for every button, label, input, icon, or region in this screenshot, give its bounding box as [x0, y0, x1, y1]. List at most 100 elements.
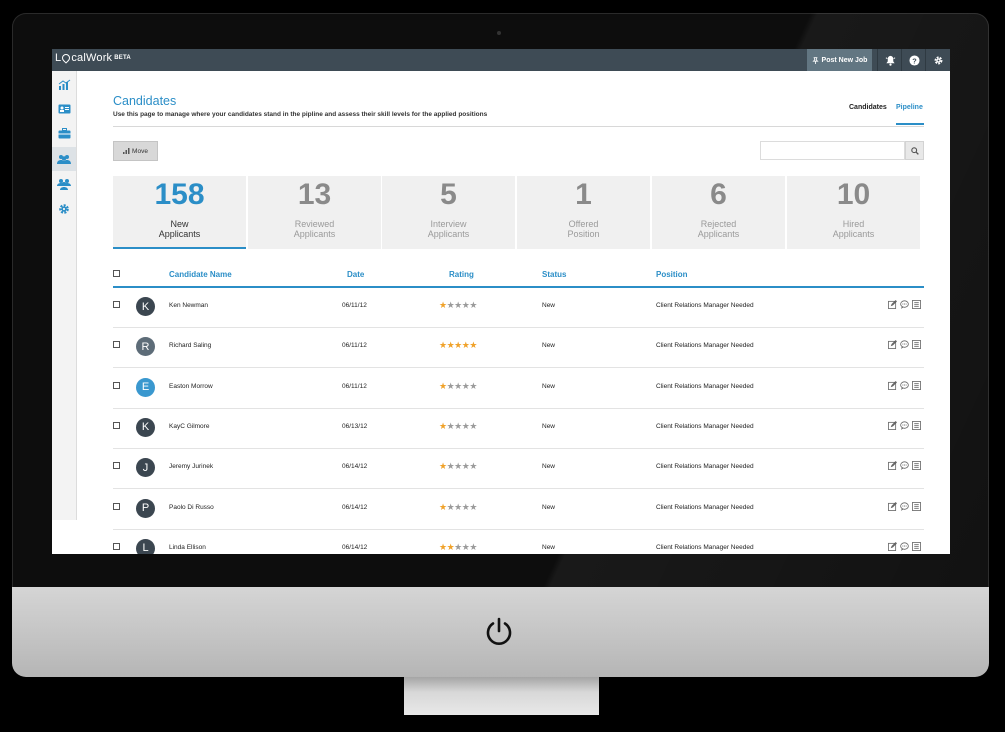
edit-icon[interactable] — [888, 501, 897, 511]
candidate-name[interactable]: KayC Gilmore — [169, 423, 209, 430]
sidebar-item-candidates[interactable] — [52, 147, 76, 171]
star-empty-icon[interactable]: ★ — [469, 300, 477, 310]
column-header-position[interactable]: Position — [656, 270, 688, 279]
star-filled-icon[interactable]: ★ — [469, 340, 477, 350]
candidate-position[interactable]: Client Relations Manager Needed — [656, 504, 754, 511]
sidebar-item-jobs[interactable] — [52, 121, 76, 145]
star-empty-icon[interactable]: ★ — [454, 461, 462, 471]
stat-tile[interactable]: 158 New Applicants — [113, 176, 246, 249]
notes-icon[interactable] — [912, 541, 921, 551]
notes-icon[interactable] — [912, 340, 921, 350]
star-filled-icon[interactable]: ★ — [439, 300, 447, 310]
comment-icon[interactable] — [900, 340, 909, 350]
table-row[interactable]: K KayC Gilmore 06/13/12 ★★★★★ New Client Rela… — [113, 408, 924, 449]
candidate-position[interactable]: Client Relations Manager Needed — [656, 342, 754, 349]
row-checkbox[interactable] — [113, 341, 120, 349]
edit-icon[interactable] — [888, 541, 897, 551]
table-row[interactable]: K Ken Newman 06/11/12 ★★★★★ New Client Relati… — [113, 287, 924, 328]
edit-icon[interactable] — [888, 340, 897, 350]
notes-icon[interactable] — [912, 420, 921, 430]
star-empty-icon[interactable]: ★ — [469, 542, 477, 552]
rating-stars[interactable]: ★★★★★ — [439, 381, 477, 392]
settings-button[interactable] — [925, 49, 950, 71]
tab-pipeline[interactable]: Pipeline — [896, 104, 923, 111]
star-filled-icon[interactable]: ★ — [439, 340, 447, 350]
sidebar-item-profile[interactable] — [52, 97, 76, 121]
rating-stars[interactable]: ★★★★★ — [439, 502, 477, 513]
stat-tile[interactable]: 13 Reviewed Applicants — [248, 176, 381, 249]
edit-icon[interactable] — [888, 420, 897, 430]
star-empty-icon[interactable]: ★ — [454, 421, 462, 431]
table-row[interactable]: E Easton Morrow 06/11/12 ★★★★★ New Client Rel… — [113, 368, 924, 409]
rating-stars[interactable]: ★★★★★ — [439, 461, 477, 472]
stat-tile[interactable]: 6 Rejected Applicants — [652, 176, 785, 249]
row-checkbox[interactable] — [113, 301, 120, 308]
tab-candidates[interactable]: Candidates — [849, 104, 887, 111]
post-new-job-button[interactable]: Post New Job — [807, 49, 872, 71]
comment-icon[interactable] — [900, 542, 909, 551]
row-checkbox[interactable] — [113, 502, 120, 510]
star-empty-icon[interactable]: ★ — [469, 502, 477, 512]
star-filled-icon[interactable]: ★ — [439, 461, 447, 471]
candidate-name[interactable]: Jeremy Jurinek — [169, 463, 213, 470]
star-empty-icon[interactable]: ★ — [454, 502, 462, 512]
help-button[interactable]: ? — [901, 49, 926, 71]
star-empty-icon[interactable]: ★ — [454, 300, 462, 310]
move-button[interactable]: Move — [113, 141, 158, 161]
candidate-position[interactable]: Client Relations Manager Needed — [656, 423, 754, 430]
search-button[interactable] — [905, 141, 924, 160]
row-checkbox[interactable] — [113, 462, 120, 470]
notes-icon[interactable] — [912, 300, 921, 309]
star-filled-icon[interactable]: ★ — [439, 542, 447, 552]
rating-stars[interactable]: ★★★★★ — [439, 542, 477, 553]
candidate-name[interactable]: Easton Morrow — [169, 383, 213, 390]
row-checkbox[interactable] — [113, 542, 120, 550]
star-filled-icon[interactable]: ★ — [439, 421, 447, 431]
row-checkbox[interactable] — [113, 421, 120, 429]
table-row[interactable]: R Richard Saling 06/11/12 ★★★★★ New Client Re… — [113, 327, 924, 369]
stat-tile[interactable]: 5 Interview Applicants — [382, 176, 515, 249]
star-filled-icon[interactable]: ★ — [439, 502, 447, 512]
table-row[interactable]: L Linda Ellison 06/14/12 ★★★★★ New Client Rel… — [113, 529, 924, 554]
star-filled-icon[interactable]: ★ — [439, 381, 447, 391]
table-row[interactable]: J Jeremy Jurinek 06/14/12 ★★★★★ New Client Re… — [113, 448, 924, 490]
comment-icon[interactable] — [900, 421, 909, 430]
star-empty-icon[interactable]: ★ — [469, 381, 477, 391]
column-header-rating[interactable]: Rating — [449, 270, 474, 279]
candidate-position[interactable]: Client Relations Manager Needed — [656, 302, 754, 309]
notes-icon[interactable] — [912, 461, 921, 471]
comment-icon[interactable] — [900, 501, 909, 511]
star-empty-icon[interactable]: ★ — [454, 381, 462, 391]
candidate-name[interactable]: Paolo Di Russo — [169, 504, 214, 511]
comment-icon[interactable] — [900, 300, 909, 309]
candidate-name[interactable]: Ken Newman — [169, 302, 208, 309]
stat-tile[interactable]: 1 Offered Position — [517, 176, 650, 249]
comment-icon[interactable] — [900, 461, 909, 471]
notes-icon[interactable] — [912, 501, 921, 511]
star-filled-icon[interactable]: ★ — [454, 340, 462, 350]
column-header-date[interactable]: Date — [347, 270, 364, 279]
comment-icon[interactable] — [900, 380, 909, 390]
row-checkbox[interactable] — [113, 381, 120, 389]
candidate-name[interactable]: Richard Saling — [169, 342, 211, 349]
column-header-name[interactable]: Candidate Name — [169, 270, 232, 279]
stat-tile[interactable]: 10 Hired Applicants — [787, 176, 920, 249]
candidate-name[interactable]: Linda Ellison — [169, 544, 206, 551]
star-empty-icon[interactable]: ★ — [454, 542, 462, 552]
rating-stars[interactable]: ★★★★★ — [439, 421, 477, 432]
star-empty-icon[interactable]: ★ — [469, 421, 477, 431]
edit-icon[interactable] — [888, 300, 897, 309]
candidate-position[interactable]: Client Relations Manager Needed — [656, 463, 754, 470]
notes-icon[interactable] — [912, 380, 921, 390]
rating-stars[interactable]: ★★★★★ — [439, 340, 477, 351]
candidate-position[interactable]: Client Relations Manager Needed — [656, 383, 754, 390]
sidebar-item-settings[interactable] — [52, 197, 76, 221]
edit-icon[interactable] — [888, 380, 897, 390]
star-empty-icon[interactable]: ★ — [469, 461, 477, 471]
rating-stars[interactable]: ★★★★★ — [439, 300, 477, 311]
notifications-button[interactable] — [877, 49, 902, 71]
table-row[interactable]: P Paolo Di Russo 06/14/12 ★★★★★ New Client Re… — [113, 489, 924, 530]
sidebar-item-reports[interactable] — [52, 73, 76, 97]
sidebar-item-team[interactable] — [52, 172, 76, 196]
search-input[interactable] — [760, 141, 905, 160]
